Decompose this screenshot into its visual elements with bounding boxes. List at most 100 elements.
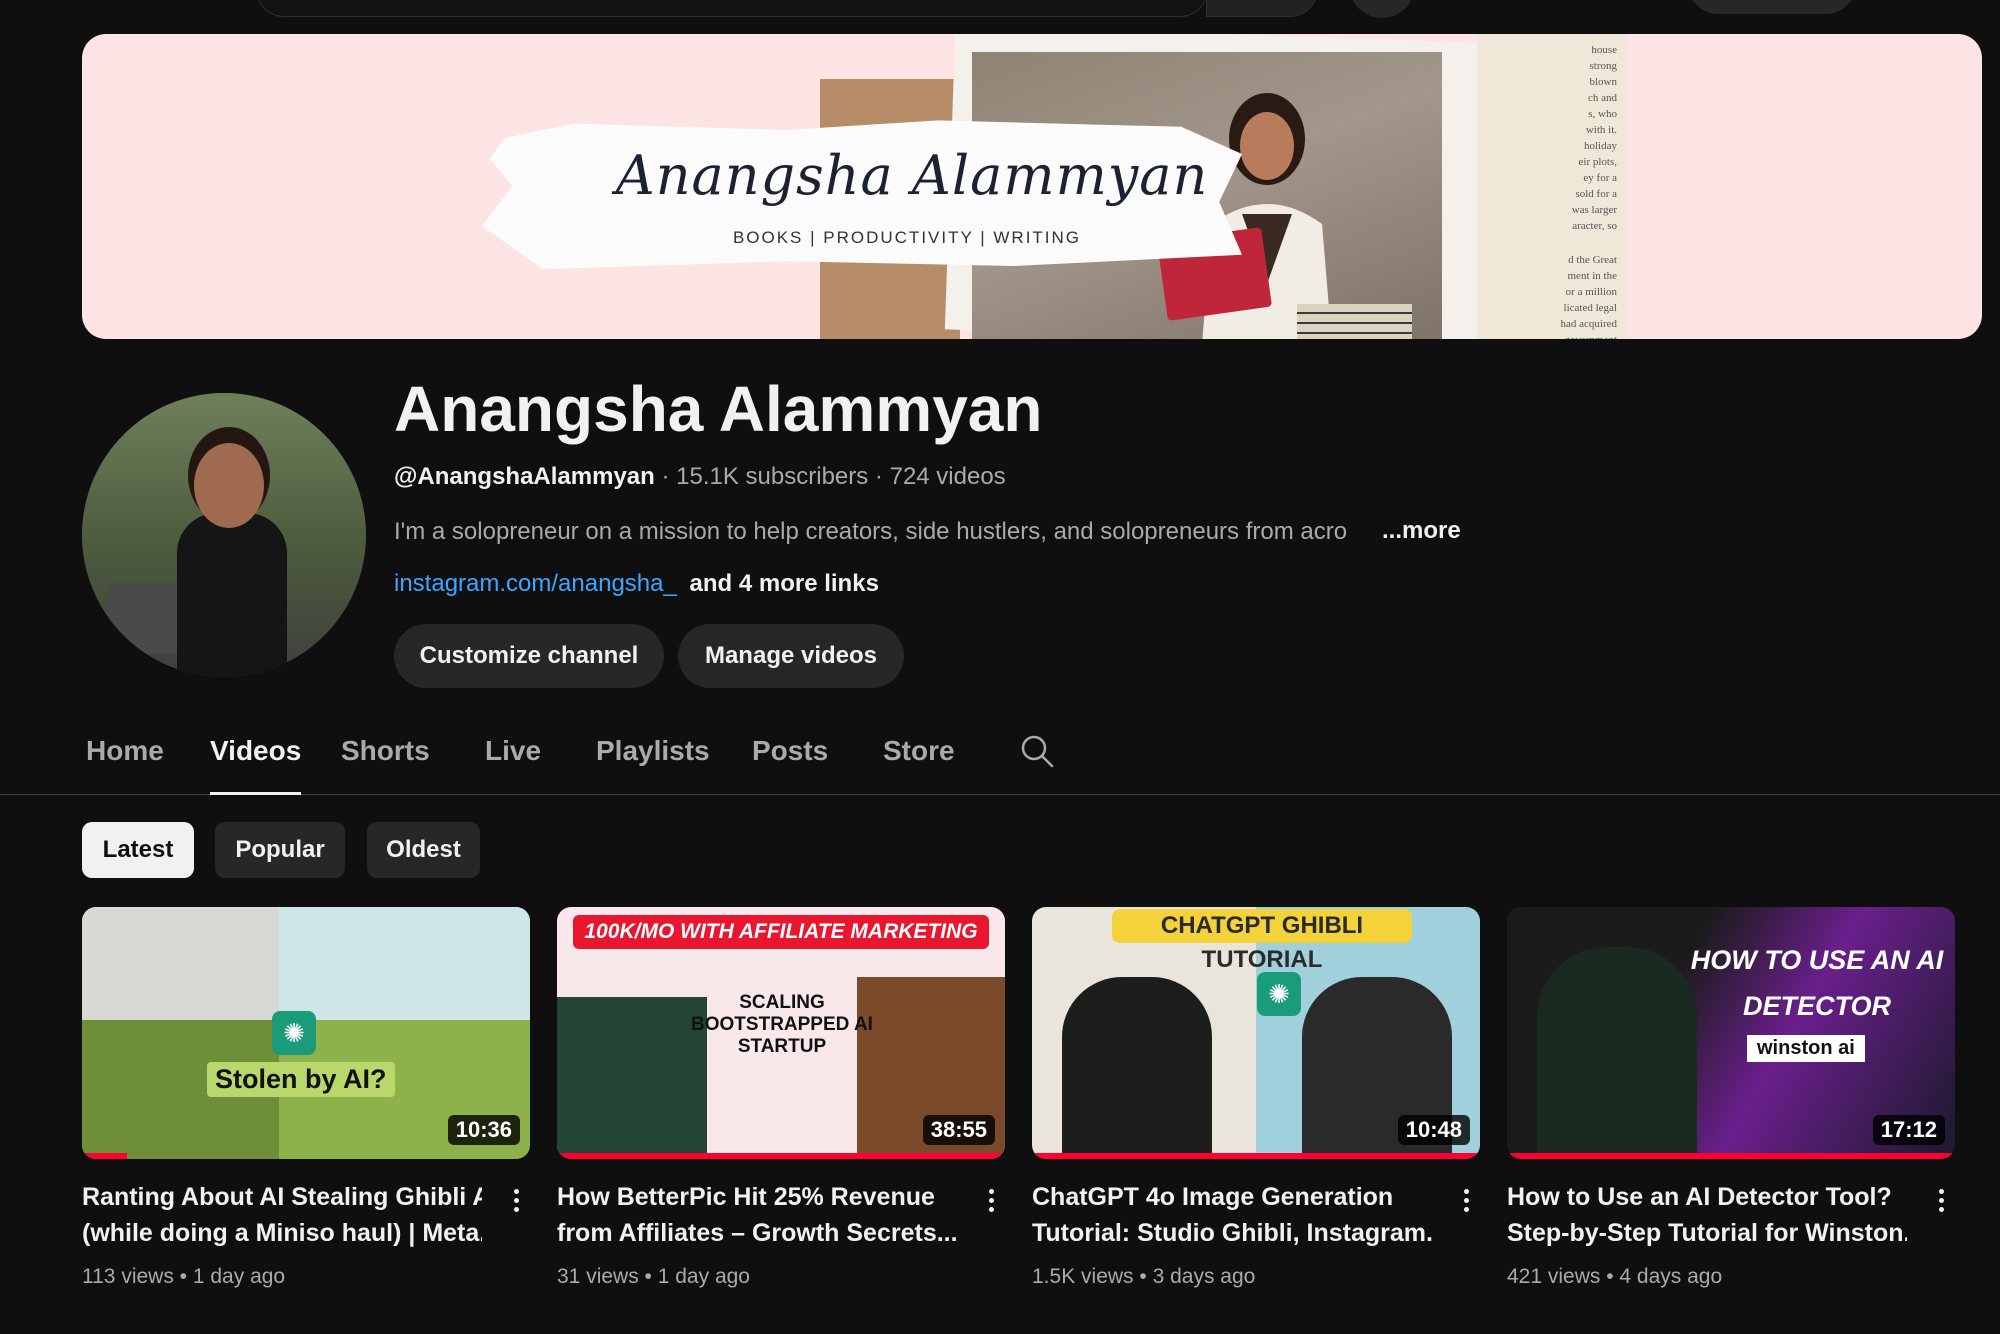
video-duration: 10:48 (1397, 1115, 1470, 1145)
meta-separator: · (661, 463, 677, 490)
video-thumbnail[interactable]: ✺ CHATGPT GHIBLI TUTORIAL 10:48 (1032, 907, 1480, 1159)
video-title[interactable]: How to Use an AI Detector Tool? Step-by-… (1507, 1179, 1907, 1251)
banner-tagline: BOOKS | PRODUCTIVITY | WRITING (732, 228, 1082, 247)
chip-latest[interactable]: Latest (82, 822, 194, 878)
channel-description[interactable]: I'm a solopreneur on a mission to help c… (394, 518, 1464, 546)
tab-videos[interactable]: Videos (210, 730, 302, 795)
watch-progress (82, 1153, 127, 1159)
view-count: 113 views (82, 1265, 174, 1288)
tab-shorts[interactable]: Shorts (341, 730, 430, 792)
manage-videos-button[interactable]: Manage videos (678, 624, 904, 688)
banner-book-stack (1297, 304, 1412, 339)
book-text-line: government (1564, 334, 1617, 339)
thumb-person-left (1062, 977, 1212, 1159)
video-title-line: How to Use an AI Detector Tool? (1507, 1183, 1892, 1211)
avatar-head (194, 443, 264, 528)
book-text-line: blown (1589, 76, 1618, 88)
video-title[interactable]: ChatGPT 4o Image Generation Tutorial: St… (1032, 1179, 1432, 1251)
upload-age: 1 day ago (657, 1265, 750, 1288)
thumb-banner: CHATGPT GHIBLI TUTORIAL (1112, 909, 1412, 973)
book-text-line: licated legal (1563, 302, 1617, 314)
thumb-text: HOW TO USE AN AI DETECTOR (1690, 945, 1944, 1021)
more-options-icon[interactable] (1456, 1185, 1476, 1219)
thumb-person (1537, 947, 1697, 1159)
tab-playlists[interactable]: Playlists (596, 730, 710, 792)
video-meta: 1.5K views • 3 days ago (1032, 1265, 1256, 1288)
channel-links: instagram.com/anangsha_ and 4 more links (394, 570, 879, 598)
video-title[interactable]: Ranting About AI Stealing Ghibli Art (wh… (82, 1179, 482, 1251)
upload-age: 3 days ago (1152, 1265, 1256, 1288)
more-options-icon[interactable] (1931, 1185, 1951, 1219)
description-more-link[interactable]: ...more (1382, 517, 1461, 545)
book-text-line: ey for a (1583, 172, 1617, 184)
chip-popular[interactable]: Popular (215, 822, 345, 878)
video-card[interactable]: HOW TO USE AN AI DETECTOR winston ai 17:… (1507, 907, 1955, 1288)
thumb-banner: 100K/MO WITH AFFILIATE MARKETING (573, 915, 989, 949)
tab-store[interactable]: Store (883, 730, 955, 792)
video-card[interactable]: 100K/MO WITH AFFILIATE MARKETING SCALING… (557, 907, 1005, 1288)
video-title-line: from Affiliates – Growth Secrets... (557, 1219, 957, 1247)
search-icon[interactable] (1020, 734, 1054, 768)
video-thumbnail[interactable]: HOW TO USE AN AI DETECTOR winston ai 17:… (1507, 907, 1955, 1159)
subscriber-count: 15.1K subscribers (676, 463, 869, 490)
book-text-line: eir plots, (1578, 156, 1618, 168)
chatgpt-logo-icon: ✺ (272, 1011, 316, 1055)
watch-progress (1507, 1153, 1955, 1159)
book-text-line: had acquired (1560, 318, 1618, 330)
search-input[interactable] (256, 0, 1208, 17)
video-meta: 31 views • 1 day ago (557, 1265, 750, 1288)
banner-book-page: house strong blown ch and s, who with it. holi… (1477, 34, 1627, 339)
video-title[interactable]: How BetterPic Hit 25% Revenue from Affil… (557, 1179, 957, 1251)
channel-banner: house strong blown ch and s, who with it. holi… (82, 34, 1982, 339)
video-title-line: (while doing a Miniso haul) | Meta... (82, 1219, 482, 1247)
view-count: 31 views (557, 1265, 639, 1288)
thumb-text: Stolen by AI? (207, 1062, 395, 1097)
tab-posts[interactable]: Posts (752, 730, 828, 792)
channel-name: Anangsha Alammyan (394, 373, 1043, 445)
video-card[interactable]: ✺ Stolen by AI? 10:36 Ranting About AI S… (82, 907, 530, 1288)
more-options-icon[interactable] (506, 1185, 526, 1219)
video-duration: 10:36 (447, 1115, 520, 1145)
book-text-line: ment in the (1567, 270, 1618, 282)
chip-oldest[interactable]: Oldest (367, 822, 480, 878)
tab-live[interactable]: Live (485, 730, 541, 792)
meta-separator: · (874, 463, 890, 490)
book-text-line: d the Great (1568, 254, 1617, 266)
book-text-line: with it. (1585, 124, 1617, 136)
instagram-link[interactable]: instagram.com/anangsha_ (394, 570, 677, 597)
chatgpt-logo-icon: ✺ (1257, 972, 1301, 1016)
book-text-line: or a million (1565, 286, 1617, 298)
book-text-line: house (1591, 44, 1617, 56)
banner-script-name: Anangsha Alammyan (615, 144, 1209, 207)
more-options-icon[interactable] (981, 1185, 1001, 1219)
thumb-sky (82, 907, 530, 1021)
video-meta: 113 views • 1 day ago (82, 1265, 286, 1288)
watch-progress (1032, 1153, 1480, 1159)
video-duration: 38:55 (922, 1115, 995, 1145)
video-thumbnail[interactable]: ✺ Stolen by AI? 10:36 (82, 907, 530, 1159)
book-text-line: s, who (1588, 108, 1617, 120)
video-thumbnail[interactable]: 100K/MO WITH AFFILIATE MARKETING SCALING… (557, 907, 1005, 1159)
video-title-line: Ranting About AI Stealing Ghibli Art (82, 1183, 482, 1211)
tab-home[interactable]: Home (86, 730, 164, 792)
upload-age: 4 days ago (1619, 1265, 1723, 1288)
book-text-line: strong (1589, 60, 1618, 72)
customize-channel-button[interactable]: Customize channel (394, 624, 664, 688)
search-button[interactable] (1206, 0, 1318, 17)
thumb-text: SCALING BOOTSTRAPPED AI STARTUP (691, 992, 873, 1057)
channel-handle: @AnangshaAlammyan (394, 463, 655, 490)
watch-progress (557, 1153, 1005, 1159)
video-title-line: How BetterPic Hit 25% Revenue (557, 1183, 935, 1211)
video-card[interactable]: ✺ CHATGPT GHIBLI TUTORIAL 10:48 ChatGPT … (1032, 907, 1480, 1288)
channel-avatar[interactable] (82, 393, 366, 677)
book-text-line: was larger (1571, 204, 1617, 216)
thumb-logo: winston ai (1747, 1035, 1865, 1062)
video-title-line: Step-by-Step Tutorial for Winston.... (1507, 1219, 1907, 1247)
video-title-line: Tutorial: Studio Ghibli, Instagram... (1032, 1219, 1432, 1247)
create-button[interactable] (1688, 0, 1856, 14)
voice-search-button[interactable] (1350, 0, 1414, 18)
video-duration: 17:12 (1872, 1115, 1945, 1145)
channel-meta: @AnangshaAlammyan · 15.1K subscribers · … (394, 463, 1006, 491)
book-text-line: ch and (1587, 92, 1617, 104)
more-links-button[interactable]: and 4 more links (690, 570, 879, 597)
